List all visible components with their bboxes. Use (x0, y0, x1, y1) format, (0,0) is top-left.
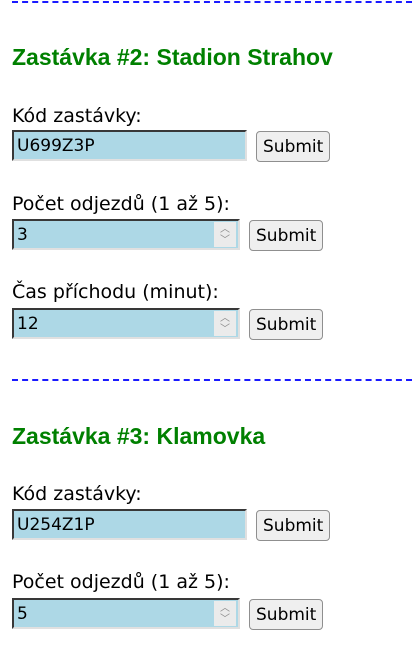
stop-3-code-submit-button[interactable]: Submit (256, 510, 331, 541)
stop-3-code-label: Kód zastávky: (12, 483, 142, 505)
stop-3-title: Zastávka #3: Klamovka (12, 423, 266, 449)
spinner-icon[interactable]: ︿ ﹀ (214, 311, 236, 336)
spinner-icon[interactable]: ︿ ﹀ (214, 601, 236, 626)
separator-line (12, 1, 412, 3)
stop-2-departures-label: Počet odjezdů (1 až 5): (12, 193, 230, 215)
stop-2-code-label: Kód zastávky: (12, 105, 142, 127)
stop-3-departures-label: Počet odjezdů (1 až 5): (12, 571, 230, 593)
stop-2-arrival-label: Čas příchodu (minut): (12, 281, 219, 303)
stop-2-arrival-submit-button[interactable]: Submit (249, 309, 324, 340)
stop-2-departures-value: 3 (17, 224, 28, 245)
stop-3-code-input[interactable]: U254Z1P (12, 509, 247, 540)
stop-2-arrival-value: 12 (17, 313, 39, 334)
spinner-icon[interactable]: ︿ ﹀ (214, 222, 236, 247)
stop-2-code-submit-button[interactable]: Submit (256, 131, 331, 162)
stop-2-code-input[interactable]: U699Z3P (12, 130, 247, 161)
stop-3-departures-submit-button[interactable]: Submit (249, 599, 324, 630)
stop-2-arrival-input[interactable]: 12 ︿ ﹀ (12, 308, 240, 339)
stop-3-departures-value: 5 (17, 603, 28, 624)
stop-3-departures-input[interactable]: 5 ︿ ﹀ (12, 598, 240, 629)
separator-line (12, 379, 412, 381)
stop-2-code-value: U699Z3P (17, 135, 95, 156)
stop-2-departures-input[interactable]: 3 ︿ ﹀ (12, 219, 240, 250)
stop-2-departures-submit-button[interactable]: Submit (249, 220, 324, 251)
stop-3-code-value: U254Z1P (17, 514, 95, 535)
stop-2-title: Zastávka #2: Stadion Strahov (12, 44, 333, 70)
